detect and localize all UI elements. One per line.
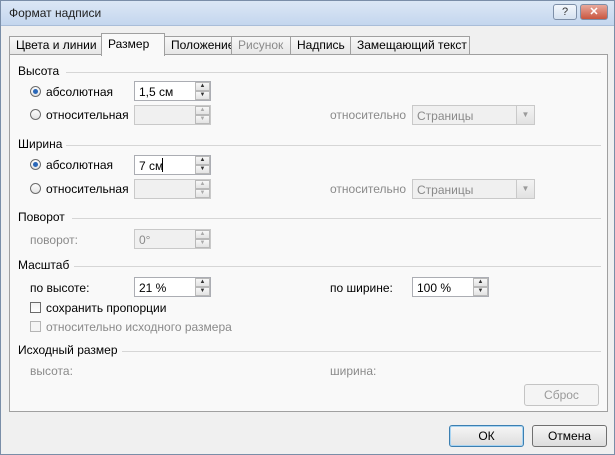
width-relative-to-select: Страницы ▼ — [412, 179, 535, 199]
lock-aspect-label: сохранить пропорции — [46, 301, 167, 315]
width-absolute-radio[interactable] — [30, 159, 41, 170]
height-section-title: Высота — [18, 64, 60, 78]
width-relative-label: относительная — [46, 182, 129, 196]
size-tab-panel: Высота абсолютная 1,5 см ▲ ▼ относительна… — [9, 54, 608, 412]
width-relative-to-label: относительно — [330, 182, 407, 196]
relative-original-checkbox — [30, 321, 41, 332]
scale-height-value: 21 % — [139, 281, 167, 295]
height-relative-to-label: относительно — [330, 108, 407, 122]
width-absolute-label: абсолютная — [46, 158, 113, 172]
spin-down-icon[interactable]: ▼ — [195, 287, 210, 296]
original-size-divider — [122, 351, 601, 352]
spin-up-icon: ▲ — [195, 106, 210, 115]
height-relative-label: относительная — [46, 108, 129, 122]
spin-up-icon[interactable]: ▲ — [195, 278, 210, 287]
spin-down-icon[interactable]: ▼ — [473, 287, 488, 296]
dialog-window: Формат надписи ? ✕ Цвета и линии Размер … — [0, 0, 615, 455]
title-bar: Формат надписи ? ✕ — [1, 1, 614, 26]
rotation-label: поворот: — [30, 233, 78, 247]
spin-down-icon: ▼ — [195, 239, 210, 248]
height-absolute-input[interactable]: 1,5 см ▲ ▼ — [134, 81, 211, 101]
width-absolute-input[interactable]: 7 см ▲ ▼ — [134, 155, 211, 175]
height-relative-radio[interactable] — [30, 109, 41, 120]
tab-size[interactable]: Размер — [101, 33, 165, 56]
width-section-title: Ширина — [18, 137, 63, 151]
width-relative-radio[interactable] — [30, 183, 41, 194]
spin-down-icon[interactable]: ▼ — [195, 165, 210, 174]
original-size-section-title: Исходный размер — [18, 343, 118, 357]
help-button[interactable]: ? — [553, 4, 577, 20]
height-absolute-value: 1,5 см — [139, 85, 174, 99]
width-relative-input: ▲ ▼ — [134, 179, 211, 199]
scale-width-label: по ширине: — [330, 281, 393, 295]
reset-button: Сброс — [524, 384, 599, 406]
scale-width-input[interactable]: 100 % ▲ ▼ — [412, 277, 489, 297]
tab-colors-lines[interactable]: Цвета и линии — [9, 36, 102, 55]
scale-height-input[interactable]: 21 % ▲ ▼ — [134, 277, 211, 297]
height-absolute-radio[interactable] — [30, 86, 41, 97]
width-divider — [66, 145, 601, 146]
spin-down-icon: ▼ — [195, 115, 210, 124]
spin-up-icon: ▲ — [195, 180, 210, 189]
scale-width-value: 100 % — [417, 281, 452, 295]
rotation-divider — [72, 218, 601, 219]
spin-up-icon: ▲ — [195, 230, 210, 239]
ok-button[interactable]: ОК — [449, 425, 524, 447]
scale-divider — [74, 266, 601, 267]
relative-original-label: относительно исходного размера — [46, 320, 232, 334]
tab-textbox[interactable]: Надпись — [290, 36, 351, 55]
tab-alt-text[interactable]: Замещающий текст — [350, 36, 470, 55]
height-divider — [66, 72, 601, 73]
scale-section-title: Масштаб — [18, 258, 70, 272]
close-button[interactable]: ✕ — [580, 4, 608, 20]
rotation-input: 0° ▲ ▼ — [134, 229, 211, 249]
lock-aspect-checkbox[interactable] — [30, 302, 41, 313]
scale-height-label: по высоте: — [30, 281, 90, 295]
width-absolute-value: 7 см — [139, 159, 164, 173]
spin-down-icon: ▼ — [195, 189, 210, 198]
height-absolute-label: абсолютная — [46, 85, 113, 99]
tab-picture: Рисунок — [231, 36, 291, 55]
original-width-label: ширина: — [330, 364, 377, 378]
text-caret — [162, 158, 163, 172]
spin-up-icon[interactable]: ▲ — [473, 278, 488, 287]
tab-position[interactable]: Положение — [164, 36, 234, 55]
spin-up-icon[interactable]: ▲ — [195, 82, 210, 91]
rotation-section-title: Поворот — [18, 210, 65, 224]
height-relative-to-select: Страницы ▼ — [412, 105, 535, 125]
original-height-label: высота: — [30, 364, 73, 378]
chevron-down-icon: ▼ — [516, 180, 534, 198]
rotation-value: 0° — [139, 233, 151, 247]
spin-up-icon[interactable]: ▲ — [195, 156, 210, 165]
chevron-down-icon: ▼ — [516, 106, 534, 124]
height-relative-input: ▲ ▼ — [134, 105, 211, 125]
window-title: Формат надписи — [9, 6, 102, 20]
cancel-button[interactable]: Отмена — [532, 425, 607, 447]
spin-down-icon[interactable]: ▼ — [195, 91, 210, 100]
